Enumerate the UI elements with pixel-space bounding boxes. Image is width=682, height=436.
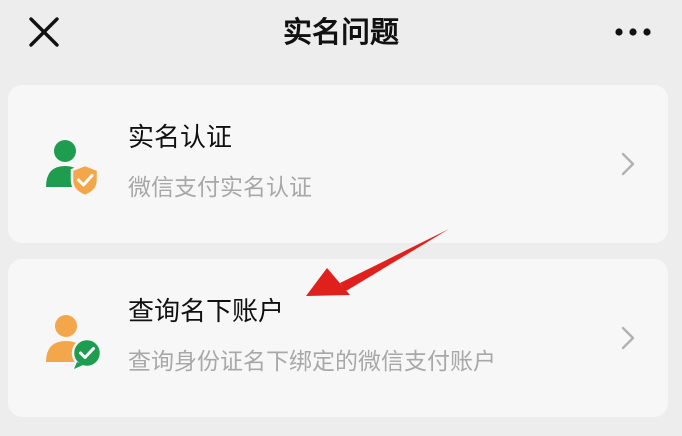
card-real-name-verification[interactable]: 实名认证 微信支付实名认证 [8, 85, 668, 243]
card-title: 实名认证 [128, 123, 233, 153]
user-shield-icon [46, 140, 100, 198]
nav-bar: 实名问题 [0, 0, 682, 66]
chevron-right-icon [621, 326, 635, 350]
user-check-icon [46, 315, 103, 369]
card-description: 查询身份证名下绑定的微信支付账户 [128, 349, 496, 375]
card-title: 查询名下账户 [128, 297, 285, 327]
more-icon[interactable] [612, 20, 654, 44]
chevron-right-icon [621, 152, 635, 176]
page-title: 实名问题 [282, 15, 399, 49]
card-query-accounts[interactable]: 查询名下账户 查询身份证名下绑定的微信支付账户 [8, 259, 668, 417]
card-description: 微信支付实名认证 [128, 175, 312, 201]
